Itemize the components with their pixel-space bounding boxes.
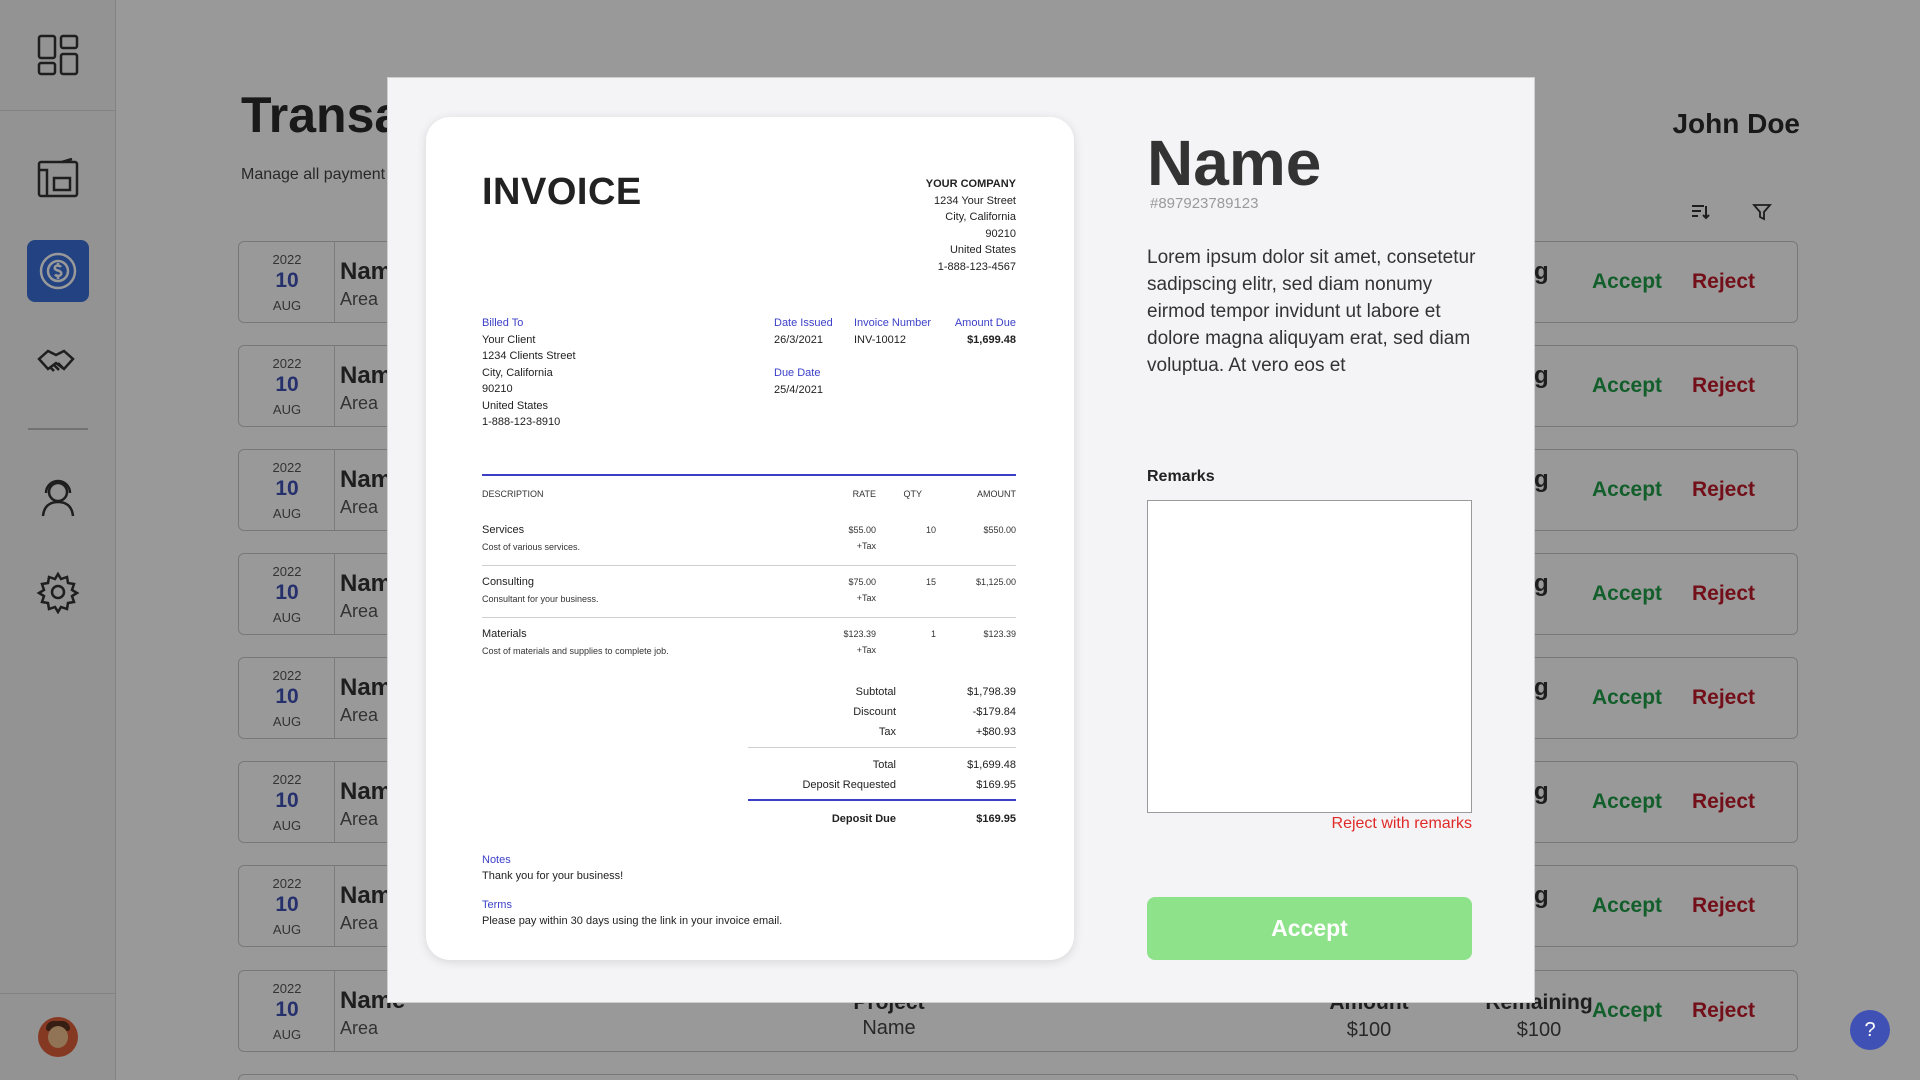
item-amount: $1,125.00 — [975, 577, 1016, 587]
terms-value: Please pay within 30 days using the link… — [482, 915, 783, 927]
invoice-title: INVOICE — [482, 171, 642, 213]
deposit-requested-label: Deposit Requested — [802, 779, 896, 791]
transaction-description: Lorem ipsum dolor sit amet, consetetur s… — [1147, 247, 1476, 376]
client-name: Your Client — [482, 333, 536, 346]
amount-due-value: $1,699.48 — [967, 333, 1016, 346]
column-amount: AMOUNT — [977, 489, 1016, 499]
item-tax: +Tax — [856, 593, 876, 603]
company-country: United States — [949, 244, 1016, 256]
column-rate: RATE — [852, 489, 876, 499]
transaction-id: #897923789123 — [1150, 195, 1259, 212]
client-phone: 1-888-123-8910 — [482, 416, 561, 428]
company-name: YOUR COMPANY — [925, 178, 1016, 190]
help-button[interactable]: ? — [1850, 1010, 1890, 1050]
company-city: City, California — [945, 211, 1016, 223]
invoice-preview: INVOICE YOUR COMPANY 1234 Your Street Ci… — [426, 117, 1074, 960]
column-qty: QTY — [903, 489, 922, 499]
item-divider — [482, 617, 1016, 618]
item-rate: $75.00 — [848, 577, 876, 587]
client-city: City, California — [482, 366, 553, 379]
item-rate: $123.39 — [843, 629, 876, 639]
subtotal-label: Subtotal — [855, 686, 896, 698]
due-date-label: Due Date — [774, 367, 821, 379]
company-phone: 1-888-123-4567 — [937, 260, 1016, 273]
item-divider — [482, 565, 1016, 566]
due-date-value: 25/4/2021 — [774, 383, 823, 396]
tax-value: +$80.93 — [975, 726, 1016, 738]
discount-label: Discount — [853, 706, 896, 718]
date-issued-label: Date Issued — [774, 317, 833, 329]
table-top-rule — [482, 474, 1016, 476]
company-zip: 90210 — [985, 227, 1016, 240]
invoice-line-item: Services Cost of various services. $55.0… — [426, 522, 1074, 574]
transaction-name-heading: Name — [1147, 127, 1322, 199]
item-description: Consultant for your business. — [482, 594, 599, 604]
column-description: DESCRIPTION — [482, 489, 544, 499]
due-date-block: Due Date 25/4/2021 — [774, 365, 874, 398]
billed-to-block: Billed To Your Client 1234 Clients Stree… — [482, 315, 682, 431]
item-tax: +Tax — [856, 541, 876, 551]
deposit-requested-value: $169.95 — [976, 779, 1016, 791]
item-description: Cost of various services. — [482, 542, 581, 552]
invoice-line-item: Materials Cost of materials and supplies… — [426, 626, 1074, 678]
amount-due-block: Amount Due $1,699.48 — [926, 315, 1016, 348]
item-name: Consulting — [482, 576, 534, 588]
accept-button[interactable]: Accept — [1147, 897, 1472, 960]
item-name: Materials — [482, 628, 527, 640]
deposit-due-label: Deposit Due — [831, 813, 896, 825]
date-issued-block: Date Issued 26/3/2021 — [774, 315, 854, 348]
invoice-line-item: Consulting Consultant for your business.… — [426, 574, 1074, 626]
item-amount: $123.39 — [983, 629, 1016, 639]
item-amount: $550.00 — [983, 525, 1016, 535]
client-country: United States — [482, 399, 549, 412]
tax-label: Tax — [878, 726, 896, 738]
discount-value: -$179.84 — [972, 706, 1016, 718]
billed-to-label: Billed To — [482, 317, 524, 329]
item-tax: +Tax — [856, 645, 876, 655]
notes-value: Thank you for your business! — [482, 870, 624, 882]
deposit-due-value: $169.95 — [976, 813, 1016, 825]
client-street: 1234 Clients Street — [482, 350, 576, 362]
amount-due-label: Amount Due — [954, 317, 1016, 329]
item-qty: 15 — [925, 577, 936, 587]
subtotal-value: $1,798.39 — [967, 686, 1016, 698]
total-label: Total — [872, 759, 896, 771]
item-description: Cost of materials and supplies to comple… — [482, 646, 669, 656]
company-street: 1234 Your Street — [934, 194, 1016, 207]
date-issued-value: 26/3/2021 — [774, 333, 823, 346]
terms-label: Terms — [482, 899, 512, 911]
totals-divider — [748, 747, 1016, 748]
remarks-label: Remarks — [1147, 468, 1215, 485]
item-rate: $55.00 — [848, 525, 876, 535]
item-name: Services — [482, 524, 525, 536]
item-qty: 10 — [925, 525, 936, 535]
reject-with-remarks-link[interactable]: Reject with remarks — [1272, 815, 1472, 833]
remarks-input[interactable] — [1147, 500, 1472, 813]
notes-label: Notes — [482, 854, 511, 866]
item-qty: 1 — [930, 629, 936, 639]
client-zip: 90210 — [482, 383, 513, 395]
transaction-modal: INVOICE YOUR COMPANY 1234 Your Street Ci… — [387, 77, 1535, 1003]
total-value: $1,699.48 — [967, 759, 1016, 771]
company-block: YOUR COMPANY 1234 Your Street City, Cali… — [766, 176, 1016, 275]
deposit-rule — [748, 799, 1016, 801]
